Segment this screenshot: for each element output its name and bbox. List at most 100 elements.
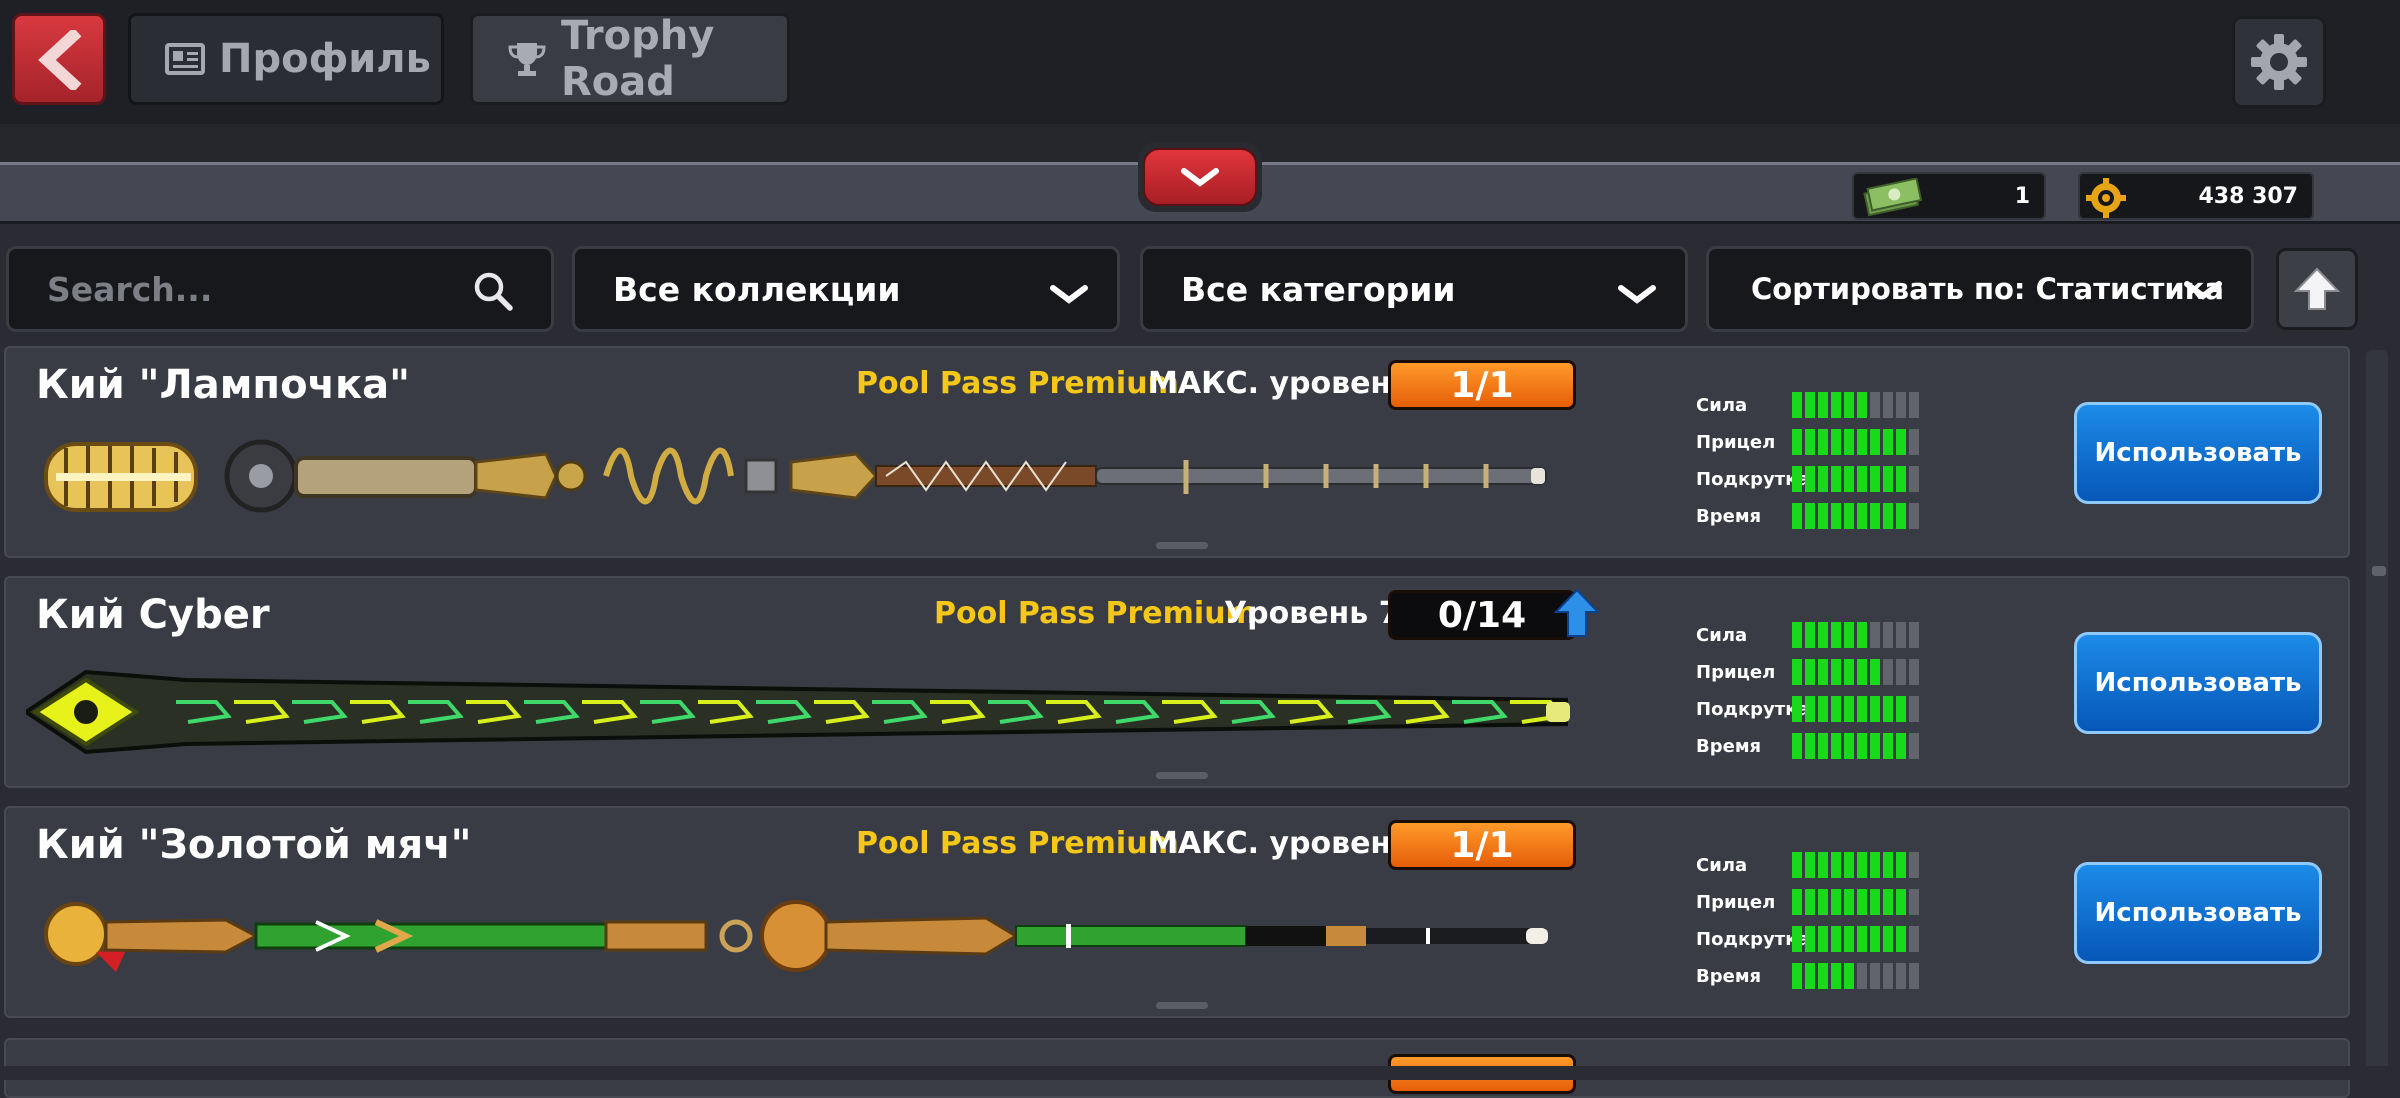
- stat-segment: [1844, 733, 1854, 759]
- stat-segment: [1792, 926, 1802, 952]
- stat-segment: [1857, 733, 1867, 759]
- stat-segment: [1857, 392, 1867, 418]
- stat-segment: [1844, 503, 1854, 529]
- stat-segment: [1792, 392, 1802, 418]
- stat-segment: [1844, 926, 1854, 952]
- sort-dropdown[interactable]: Сортировать по: Статистика: [1706, 246, 2254, 332]
- stat-segment: [1818, 926, 1828, 952]
- stat-segment: [1857, 622, 1867, 648]
- tab-trophy-road-label: Trophy Road: [561, 13, 715, 105]
- category-dropdown-value: Все категории: [1181, 269, 1456, 309]
- cash-value: 1: [2014, 183, 2030, 209]
- stat-label: Прицел: [1696, 432, 1776, 453]
- stat-segment: [1909, 429, 1919, 455]
- stat-segment: [1844, 852, 1854, 878]
- stat-segment: [1896, 696, 1906, 722]
- pass-label: Pool Pass Premium: [856, 366, 1179, 401]
- stat-bar: [1792, 963, 1922, 989]
- use-button-label: Использовать: [2094, 898, 2302, 928]
- stat-segment: [1792, 466, 1802, 492]
- category-dropdown[interactable]: Все категории: [1140, 246, 1688, 332]
- stat-segment: [1831, 733, 1841, 759]
- stat-segment: [1857, 696, 1867, 722]
- stat-segment: [1870, 622, 1880, 648]
- tab-trophy-road[interactable]: Trophy Road: [470, 13, 790, 105]
- expand-handle[interactable]: [1156, 772, 1208, 779]
- stat-segment: [1883, 696, 1893, 722]
- stat-segment: [1831, 926, 1841, 952]
- stat-segment: [1818, 503, 1828, 529]
- stat-segment: [1909, 926, 1919, 952]
- progress-value: 1/1: [1450, 364, 1514, 406]
- tab-profile[interactable]: Профиль: [128, 13, 444, 105]
- collection-dropdown[interactable]: Все коллекции: [572, 246, 1120, 332]
- stat-segment: [1792, 733, 1802, 759]
- stat-segment: [1805, 963, 1815, 989]
- stat-segment: [1818, 889, 1828, 915]
- cue-card[interactable]: Кий "Золотой мяч" Pool Pass Premium МАКС. …: [4, 806, 2350, 1018]
- use-button-label: Использовать: [2094, 668, 2302, 698]
- stat-segment: [1857, 926, 1867, 952]
- cue-card[interactable]: Кий "Лампочка" Pool Pass Premium МАКС. уро…: [4, 346, 2350, 558]
- stat-label: Время: [1696, 736, 1762, 757]
- stat-label: Время: [1696, 966, 1762, 987]
- coins-counter[interactable]: 438 307: [2078, 172, 2314, 220]
- use-button-label: Использовать: [2094, 438, 2302, 468]
- progress-badge: 1/1: [1388, 360, 1576, 410]
- expand-handle[interactable]: [1156, 1002, 1208, 1009]
- chevron-left-icon: [38, 30, 82, 90]
- stat-segment: [1870, 466, 1880, 492]
- stat-bar: [1792, 392, 1922, 418]
- stat-segment: [1896, 659, 1906, 685]
- stat-segment: [1883, 733, 1893, 759]
- stat-segment: [1805, 926, 1815, 952]
- stat-segment: [1896, 852, 1906, 878]
- use-button[interactable]: Использовать: [2074, 862, 2322, 964]
- stat-segment: [1792, 963, 1802, 989]
- bottom-edge: [0, 1066, 2400, 1080]
- stat-segment: [1857, 466, 1867, 492]
- stat-segment: [1896, 622, 1906, 648]
- cue-name: Кий "Золотой мяч": [36, 822, 472, 868]
- cue-name: Кий Cyber: [36, 592, 270, 638]
- back-button[interactable]: [12, 13, 106, 105]
- stat-segment: [1844, 429, 1854, 455]
- stat-label: Сила: [1696, 395, 1748, 416]
- stat-bar: [1792, 466, 1922, 492]
- expand-handle[interactable]: [1156, 542, 1208, 549]
- search-placeholder: Search...: [47, 269, 213, 309]
- list-scrollbar[interactable]: [2366, 350, 2388, 1080]
- use-button[interactable]: Использовать: [2074, 632, 2322, 734]
- stat-segment: [1883, 392, 1893, 418]
- upgrade-arrow-icon[interactable]: [1553, 588, 1601, 644]
- stat-label: Сила: [1696, 625, 1748, 646]
- search-input[interactable]: Search...: [6, 246, 554, 332]
- cash-counter[interactable]: 1: [1852, 172, 2046, 220]
- stat-segment: [1909, 503, 1919, 529]
- chevron-down-icon: [1617, 277, 1657, 316]
- stat-segment: [1870, 696, 1880, 722]
- stat-segment: [1792, 622, 1802, 648]
- stat-segment: [1792, 503, 1802, 529]
- collapse-toggle-button[interactable]: [1138, 142, 1262, 212]
- stat-segment: [1818, 696, 1828, 722]
- stat-segment: [1844, 392, 1854, 418]
- stat-segment: [1870, 889, 1880, 915]
- stat-segment: [1896, 466, 1906, 492]
- list-scrollbar-thumb[interactable]: [2372, 566, 2386, 576]
- progress-badge: 0/14: [1388, 590, 1576, 640]
- use-button[interactable]: Использовать: [2074, 402, 2322, 504]
- stat-segment: [1818, 659, 1828, 685]
- stat-bar: [1792, 696, 1922, 722]
- arrow-up-icon: [2293, 267, 2341, 310]
- gear-icon: [2251, 34, 2307, 90]
- stat-segment: [1792, 852, 1802, 878]
- stat-segment: [1857, 889, 1867, 915]
- sort-direction-button[interactable]: [2276, 248, 2358, 330]
- stat-segment: [1792, 696, 1802, 722]
- settings-button[interactable]: [2232, 16, 2326, 108]
- stat-segment: [1857, 429, 1867, 455]
- stat-segment: [1857, 659, 1867, 685]
- stat-segment: [1831, 852, 1841, 878]
- cue-card[interactable]: Кий Cyber Pool Pass Premium Уровень 7 0/14 С…: [4, 576, 2350, 788]
